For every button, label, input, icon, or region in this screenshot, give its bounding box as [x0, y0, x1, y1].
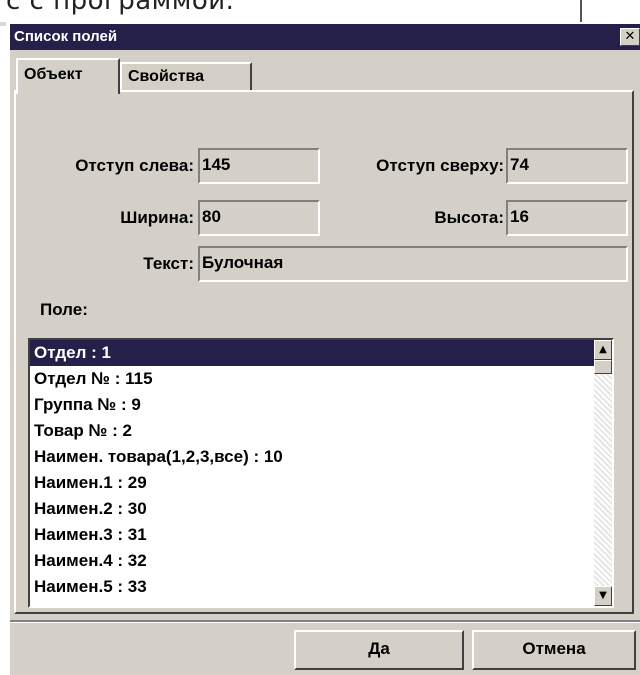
background-text: с с программой.: [6, 0, 235, 16]
height-label: Высота:: [434, 208, 504, 227]
field-label: Поле:: [40, 300, 88, 319]
list-item[interactable]: Отдел № : 115: [30, 366, 596, 392]
close-icon: ✕: [624, 29, 636, 44]
field-list-items: Отдел : 1 Отдел № : 115 Группа № : 9 Тов…: [30, 340, 596, 600]
width-label: Ширина:: [120, 208, 194, 227]
background-divider: [580, 0, 582, 22]
cancel-button[interactable]: Отмена: [472, 630, 636, 670]
dialog-title: Список полей: [14, 28, 118, 45]
tab-properties[interactable]: Свойства: [120, 62, 252, 92]
arrow-up-icon: ▲: [599, 344, 607, 355]
left-offset-field[interactable]: 145: [198, 148, 320, 184]
title-bar[interactable]: Список полей ✕: [10, 24, 640, 50]
list-item[interactable]: Наимен.2 : 30: [30, 496, 596, 522]
field-list-dialog: Список полей ✕ Объект Свойства Отступ сл…: [8, 22, 640, 675]
width-field[interactable]: 80: [198, 200, 320, 236]
text-label: Текст:: [143, 254, 194, 273]
tab-object[interactable]: Объект: [16, 58, 120, 94]
close-button[interactable]: ✕: [620, 28, 640, 46]
list-item[interactable]: Наимен.4 : 32: [30, 548, 596, 574]
height-field[interactable]: 16: [506, 200, 628, 236]
list-item[interactable]: Наимен.1 : 29: [30, 470, 596, 496]
scroll-thumb[interactable]: [594, 360, 612, 374]
left-offset-label: Отступ слева:: [75, 156, 194, 175]
scroll-up-button[interactable]: ▲: [594, 340, 612, 360]
tab-panel-object: Отступ слева: 145 Отступ сверху: 74 Шири…: [14, 90, 634, 614]
list-item[interactable]: Отдел : 1: [30, 340, 596, 366]
list-item[interactable]: Товар № : 2: [30, 418, 596, 444]
top-offset-field[interactable]: 74: [506, 148, 628, 184]
arrow-down-icon: ▼: [599, 590, 607, 601]
list-item[interactable]: Группа № : 9: [30, 392, 596, 418]
field-listbox[interactable]: Отдел : 1 Отдел № : 115 Группа № : 9 Тов…: [28, 338, 614, 608]
list-scrollbar[interactable]: ▲ ▼: [594, 340, 612, 606]
text-field[interactable]: Булочная: [198, 246, 628, 282]
footer-divider: [10, 620, 640, 623]
scroll-down-button[interactable]: ▼: [594, 586, 612, 606]
top-offset-label: Отступ сверху:: [376, 156, 504, 175]
list-item[interactable]: Наимен. товара(1,2,3,все) : 10: [30, 444, 596, 470]
list-item[interactable]: Наимен.5 : 33: [30, 574, 596, 600]
list-item[interactable]: Наимен.3 : 31: [30, 522, 596, 548]
ok-button[interactable]: Да: [294, 630, 464, 670]
